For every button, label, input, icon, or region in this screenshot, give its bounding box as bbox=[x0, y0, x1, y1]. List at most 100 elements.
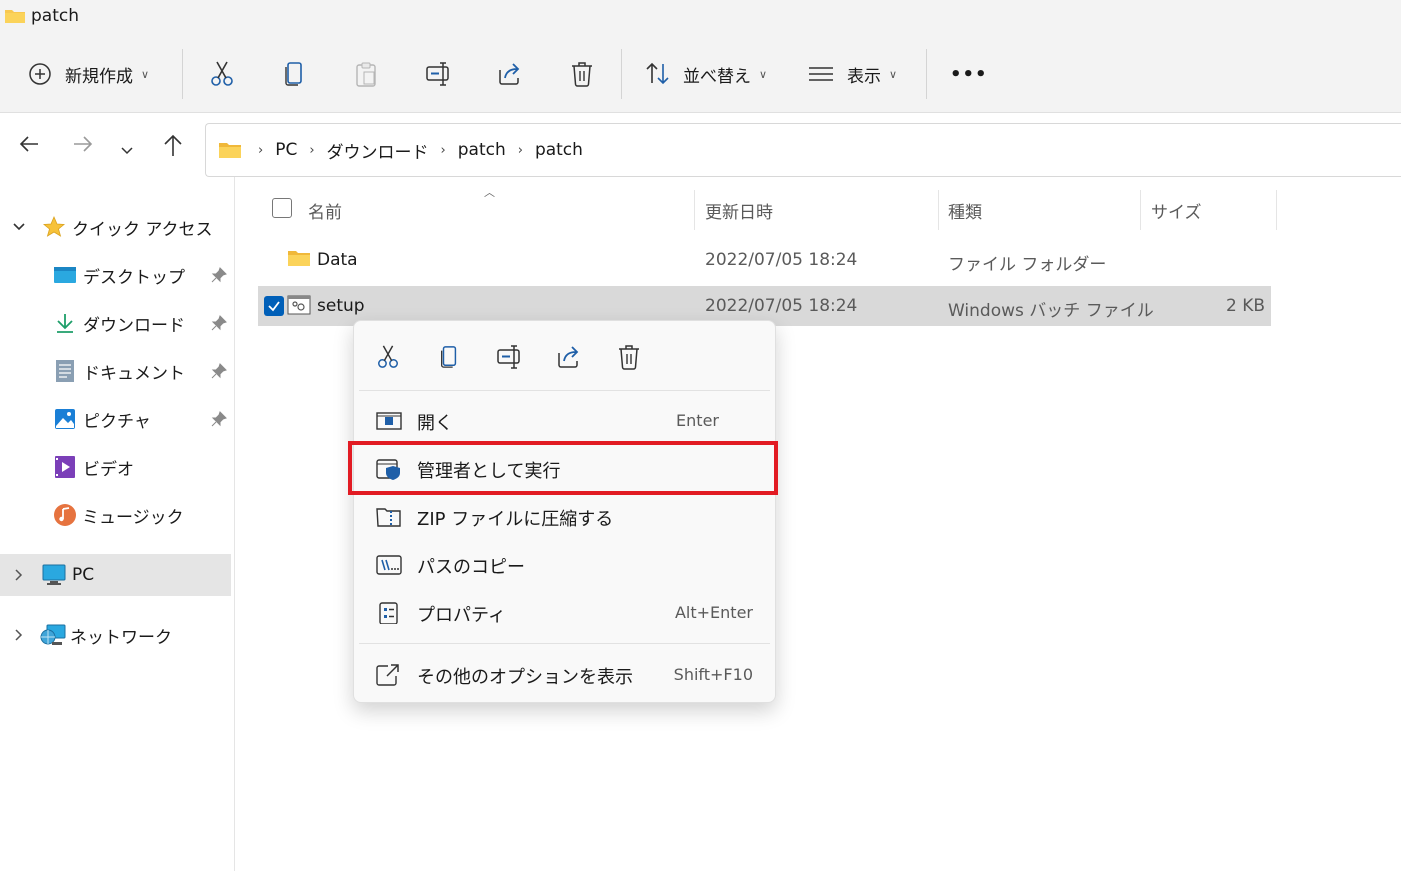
sidebar-item-label: ミュージック bbox=[82, 507, 184, 528]
title-bar: patch bbox=[0, 0, 1401, 34]
zip-folder-icon bbox=[376, 508, 401, 527]
sidebar-item-downloads[interactable]: ダウンロード bbox=[0, 302, 231, 344]
copy-button[interactable] bbox=[282, 54, 306, 94]
trash-icon bbox=[570, 60, 594, 88]
view-lines-icon bbox=[808, 64, 834, 84]
menu-item-label: ZIP ファイルに圧縮する bbox=[417, 509, 614, 530]
menu-item-shortcut: Alt+Enter bbox=[674, 603, 753, 622]
delete-button[interactable] bbox=[570, 54, 594, 94]
chevron-down-icon: ∨ bbox=[141, 67, 150, 81]
window-title: patch bbox=[31, 6, 79, 26]
sidebar-item-label: ピクチャ bbox=[83, 411, 151, 432]
address-bar[interactable]: › PC › ダウンロード › patch › patch bbox=[205, 123, 1401, 177]
context-share-button[interactable] bbox=[556, 343, 582, 375]
file-type: Windows バッチ ファイル bbox=[948, 301, 1154, 321]
file-row-data[interactable]: Data 2022/07/05 18:24 ファイル フォルダー bbox=[258, 240, 1271, 280]
context-copy-button[interactable] bbox=[438, 343, 460, 375]
menu-item-shortcut: Shift+F10 bbox=[673, 665, 753, 684]
column-header-name[interactable]: 名前 bbox=[308, 198, 342, 223]
menu-item-label: 開く bbox=[417, 413, 453, 434]
batch-file-icon bbox=[287, 295, 311, 315]
sidebar-item-desktop[interactable]: デスクトップ bbox=[0, 254, 231, 296]
folder-icon bbox=[219, 143, 241, 158]
rename-button[interactable] bbox=[425, 54, 451, 94]
menu-item-compress-zip[interactable]: ZIP ファイルに圧縮する bbox=[354, 495, 775, 539]
copy-path-icon bbox=[376, 555, 402, 575]
trash-icon bbox=[619, 345, 639, 370]
cut-button[interactable] bbox=[209, 54, 235, 94]
toolbar-divider bbox=[621, 49, 622, 99]
column-header-modified[interactable]: 更新日時 bbox=[705, 198, 773, 223]
toolbar-divider bbox=[182, 49, 183, 99]
scissors-icon bbox=[209, 60, 235, 88]
row-checkbox-checked[interactable] bbox=[264, 296, 284, 316]
context-cut-button[interactable] bbox=[376, 343, 400, 375]
arrow-right-icon bbox=[74, 136, 93, 152]
more-options-button[interactable]: ••• bbox=[950, 54, 988, 94]
sidebar-item-documents[interactable]: ドキュメント bbox=[0, 350, 231, 392]
sort-button[interactable]: 並べ替え ∨ bbox=[645, 54, 767, 94]
more-dots-icon: ••• bbox=[950, 63, 988, 85]
sidebar-item-quick-access[interactable]: クイック アクセス bbox=[0, 206, 231, 248]
menu-item-label: その他のオプションを表示 bbox=[417, 667, 633, 688]
rename-icon bbox=[425, 60, 451, 88]
menu-item-properties[interactable]: プロパティ Alt+Enter bbox=[354, 591, 775, 635]
context-rename-button[interactable] bbox=[496, 343, 522, 375]
document-icon bbox=[56, 360, 74, 382]
column-divider[interactable] bbox=[938, 190, 939, 230]
pin-icon[interactable] bbox=[211, 315, 227, 331]
share-button[interactable] bbox=[497, 54, 523, 94]
paste-button[interactable] bbox=[354, 54, 378, 94]
new-button[interactable]: 新規作成 ∨ bbox=[28, 54, 149, 94]
sort-button-label: 並べ替え bbox=[683, 66, 751, 87]
pin-icon[interactable] bbox=[211, 363, 227, 379]
pin-icon[interactable] bbox=[211, 411, 227, 427]
breadcrumb-downloads[interactable]: ダウンロード bbox=[327, 138, 429, 163]
view-button[interactable]: 表示 ∨ bbox=[808, 54, 897, 94]
context-delete-button[interactable] bbox=[617, 343, 641, 375]
recent-locations-button[interactable] bbox=[120, 141, 134, 160]
folder-icon bbox=[5, 10, 25, 23]
column-divider[interactable] bbox=[1140, 190, 1141, 230]
sidebar-item-pc[interactable]: PC bbox=[0, 554, 231, 596]
breadcrumb-chevron-icon: › bbox=[309, 142, 315, 158]
breadcrumb-patch[interactable]: patch bbox=[458, 140, 506, 160]
star-icon bbox=[42, 215, 66, 237]
music-icon bbox=[54, 504, 76, 526]
column-header-size[interactable]: サイズ bbox=[1151, 198, 1202, 223]
video-icon bbox=[55, 456, 75, 478]
sidebar-item-music[interactable]: ミュージック bbox=[0, 494, 231, 536]
menu-separator bbox=[359, 390, 770, 391]
menu-item-label: 管理者として実行 bbox=[417, 461, 561, 482]
menu-item-run-as-admin[interactable]: 管理者として実行 bbox=[354, 447, 775, 491]
view-button-label: 表示 bbox=[847, 66, 881, 87]
arrow-left-icon bbox=[19, 136, 38, 152]
file-size: 2 KB bbox=[1225, 296, 1265, 316]
sidebar-item-network[interactable]: ネットワーク bbox=[0, 614, 231, 656]
chevron-down-icon bbox=[13, 223, 25, 231]
menu-item-show-more-options[interactable]: その他のオプションを表示 Shift+F10 bbox=[354, 653, 775, 697]
sidebar-item-label: PC bbox=[72, 565, 95, 585]
sidebar-item-pictures[interactable]: ピクチャ bbox=[0, 398, 231, 440]
menu-item-shortcut: Enter bbox=[676, 411, 719, 430]
sidebar-item-label: デスクトップ bbox=[83, 267, 185, 288]
picture-icon bbox=[55, 409, 75, 429]
menu-item-copy-path[interactable]: パスのコピー bbox=[354, 543, 775, 587]
properties-icon bbox=[379, 602, 398, 624]
sidebar-item-label: クイック アクセス bbox=[72, 219, 213, 240]
pin-icon[interactable] bbox=[211, 267, 227, 283]
breadcrumb-patch-current[interactable]: patch bbox=[535, 140, 583, 160]
sidebar-item-videos[interactable]: ビデオ bbox=[0, 446, 231, 488]
share-icon bbox=[497, 60, 523, 88]
desktop-icon bbox=[54, 267, 76, 283]
back-button[interactable] bbox=[18, 133, 40, 159]
menu-separator bbox=[359, 643, 770, 644]
menu-item-open[interactable]: 開く Enter bbox=[354, 399, 775, 443]
forward-button[interactable] bbox=[72, 133, 94, 159]
breadcrumb-pc[interactable]: PC bbox=[275, 140, 297, 160]
select-all-checkbox[interactable] bbox=[272, 198, 292, 218]
column-divider[interactable] bbox=[1276, 190, 1277, 230]
up-button[interactable] bbox=[162, 133, 184, 161]
column-divider[interactable] bbox=[694, 190, 695, 230]
column-header-type[interactable]: 種類 bbox=[948, 198, 982, 223]
